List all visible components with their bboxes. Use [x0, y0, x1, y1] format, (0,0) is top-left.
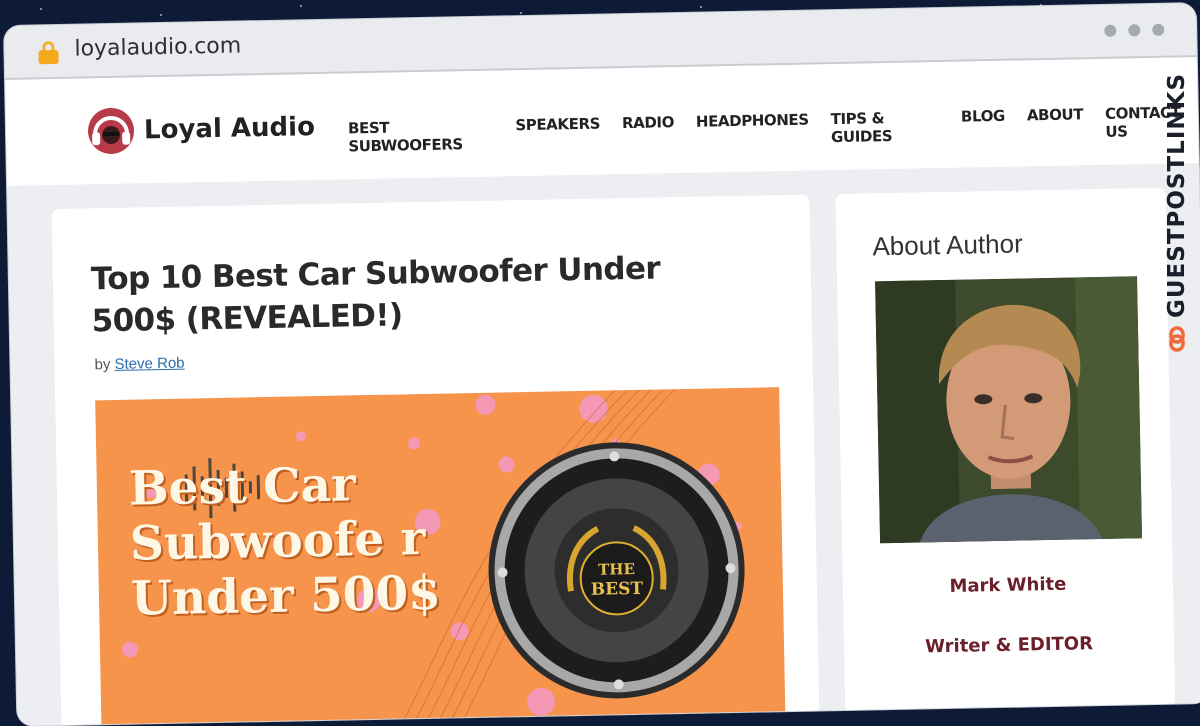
- sidebar: About Author Mark White Writer & EDITOR: [835, 187, 1176, 714]
- site-logo[interactable]: Loyal Audio: [86, 102, 316, 156]
- nav-headphones[interactable]: HEADPHONES: [696, 111, 809, 149]
- author-role: Writer & EDITOR: [924, 633, 1094, 658]
- main-nav: BEST SUBWOOFERS SPEAKERS RADIO HEADPHONE…: [348, 103, 1199, 155]
- window-dot-icon[interactable]: [1104, 24, 1117, 37]
- url-text[interactable]: loyalaudio.com: [74, 33, 241, 61]
- logo-text: Loyal Audio: [143, 112, 316, 146]
- article-title: Top 10 Best Car Subwoofer Under 500$ (RE…: [90, 250, 661, 340]
- featured-image[interactable]: THE BEST Best Car Subwoofe r Under 500$: [95, 387, 786, 726]
- nav-speakers[interactable]: SPEAKERS: [515, 115, 600, 153]
- badge-line1: THE: [598, 560, 635, 579]
- author-name[interactable]: Mark White: [843, 572, 1173, 599]
- headphones-logo-icon: [88, 107, 135, 154]
- nav-blog[interactable]: BLOG: [961, 107, 1006, 144]
- guestpostlinks-watermark: GUESTPOSTLINKS: [1164, 73, 1190, 352]
- author-link[interactable]: Steve Rob: [114, 355, 184, 373]
- article-card: Top 10 Best Car Subwoofer Under 500$ (RE…: [51, 194, 820, 726]
- window-dot-icon[interactable]: [1152, 23, 1165, 36]
- nav-best-subwoofers[interactable]: BEST SUBWOOFERS: [348, 117, 494, 156]
- nav-tips-guides[interactable]: TIPS & GUIDES: [831, 108, 940, 146]
- nav-about[interactable]: ABOUT: [1027, 105, 1084, 142]
- badge-line2: BEST: [591, 579, 644, 600]
- lock-icon: [38, 41, 59, 65]
- byline-label: by: [94, 356, 111, 374]
- sidebar-title: About Author: [872, 228, 1023, 262]
- author-photo: [875, 276, 1143, 544]
- nav-radio[interactable]: RADIO: [622, 113, 675, 150]
- window-dot-icon[interactable]: [1128, 24, 1141, 37]
- watermark-text: GUESTPOSTLINKS: [1164, 72, 1190, 318]
- byline: by Steve Rob: [94, 355, 184, 374]
- hero-title: Best Car Subwoofe r Under 500$: [128, 457, 442, 627]
- link-icon: [1169, 326, 1185, 352]
- browser-window: loyalaudio.com Loyal Audio BEST SUBWOOFE…: [4, 3, 1200, 726]
- window-controls: [1104, 23, 1165, 37]
